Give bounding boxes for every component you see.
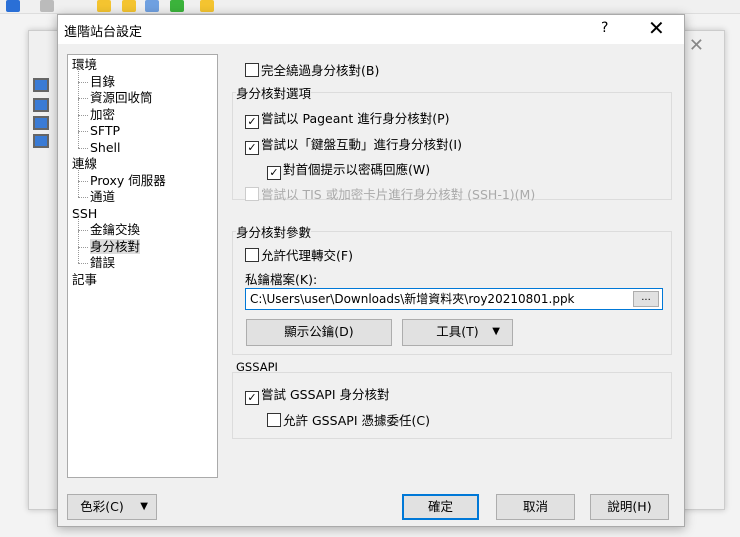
first-prompt-password-checkbox[interactable]: ✓ 對首個提示以密碼回應(W): [267, 159, 430, 180]
show-public-key-button[interactable]: 顯示公鑰(D): [246, 319, 392, 346]
tree-item[interactable]: Shell: [72, 131, 213, 157]
close-icon[interactable]: ✕: [689, 35, 704, 56]
private-key-file-input[interactable]: C:\Users\user\Downloads\新增資料夾\roy2021080…: [245, 288, 663, 310]
button-label: 色彩(C): [80, 499, 124, 514]
parent-folder-icon[interactable]: [97, 0, 111, 12]
settings-tree[interactable]: 環境 目錄 資源回收筒 加密 SFTP Shell 連線 Proxy 伺服器 通道 SSH 金鑰交換…: [67, 54, 218, 478]
tree-item[interactable]: Proxy 伺服器: [72, 164, 213, 190]
keyboard-interactive-checkbox[interactable]: ✓ 嘗試以「鍵盤互動」進行身分核對(I): [245, 134, 462, 155]
site-icon: [33, 98, 49, 112]
refresh-icon[interactable]: [170, 0, 184, 12]
checkbox-box[interactable]: [245, 248, 259, 262]
dropdown-arrow-icon: ▼: [492, 326, 500, 337]
checkbox-box[interactable]: ✓: [245, 141, 259, 155]
background-toolbar: [0, 0, 740, 14]
checkbox-box[interactable]: ✓: [267, 166, 281, 180]
root-folder-icon[interactable]: [122, 0, 136, 12]
tree-item[interactable]: 錯誤: [72, 247, 213, 272]
tree-item[interactable]: 通道: [72, 181, 213, 206]
tree-item-label: 錯誤: [90, 255, 116, 270]
tree-item[interactable]: SSH: [72, 206, 213, 223]
close-button[interactable]: ✕: [648, 16, 665, 40]
agent-forwarding-checkbox[interactable]: 允許代理轉交(F): [245, 245, 353, 264]
home-icon[interactable]: [145, 0, 159, 12]
help-button[interactable]: ?: [601, 20, 608, 36]
checkbox-box[interactable]: ✓: [245, 391, 259, 405]
tree-item-label: 加密: [90, 106, 116, 122]
tree-item-label: SSH: [72, 205, 98, 221]
tree-item[interactable]: 身分核對: [72, 230, 213, 256]
tis-auth-checkbox: 嘗試以 TIS 或加密卡片進行身分核對 (SSH-1)(M): [245, 184, 535, 203]
checkbox-label: 嘗試 GSSAPI 身分核對: [261, 387, 390, 402]
title-bar: 進階站台設定 ? ✕: [58, 15, 684, 44]
cancel-button[interactable]: 取消: [496, 494, 575, 520]
group-label: 身分核對參數: [236, 222, 312, 241]
color-dropdown-button[interactable]: 色彩(C) ▼: [67, 494, 157, 520]
tree-item-label: SFTP: [90, 123, 121, 138]
tree-item[interactable]: 環境: [72, 57, 213, 74]
tree-item[interactable]: 記事: [72, 272, 213, 289]
button-label: 工具(T): [436, 324, 479, 339]
checkbox-label: 嘗試以「鍵盤互動」進行身分核對(I): [261, 137, 462, 152]
tree-item[interactable]: 金鑰交換: [72, 214, 213, 239]
checkbox-box[interactable]: [267, 413, 281, 427]
advanced-site-settings-dialog: 進階站台設定 ? ✕ 環境 目錄 資源回收筒 加密 SFTP Shell 連線 Proxy 伺…: [57, 14, 685, 527]
checkbox-label: 對首個提示以密碼回應(W): [283, 162, 431, 177]
pageant-checkbox[interactable]: ✓ 嘗試以 Pageant 進行身分核對(P): [245, 108, 449, 129]
tree-item-label: Shell: [90, 139, 121, 155]
site-icon: [33, 116, 49, 130]
group-label: 身分核對選項: [236, 83, 312, 102]
browse-button[interactable]: ...: [633, 291, 659, 307]
bypass-auth-checkbox[interactable]: 完全繞過身分核對(B): [245, 60, 379, 79]
dialog-title: 進階站台設定: [64, 25, 143, 40]
folder-tree-icon[interactable]: [200, 0, 214, 12]
checkbox-box[interactable]: ✓: [245, 115, 259, 129]
checkbox-box[interactable]: [245, 63, 259, 77]
tree-item[interactable]: 連線: [72, 156, 213, 173]
tree-item-label: 記事: [72, 271, 98, 287]
gssapi-delegation-checkbox[interactable]: 允許 GSSAPI 憑據委任(C): [267, 410, 430, 429]
tree-item[interactable]: SFTP: [72, 115, 213, 140]
site-icon: [33, 78, 49, 92]
checkbox-label: 完全繞過身分核對(B): [261, 63, 380, 78]
tree-item-label: 資源回收筒: [90, 90, 153, 105]
tree-item-label: 通道: [90, 189, 116, 204]
tree-item-label: Proxy 伺服器: [90, 172, 166, 188]
checkbox-box: [245, 187, 259, 201]
keyfile-label: 私鑰檔案(K):: [245, 272, 318, 287]
site-icon: [33, 134, 49, 148]
ok-button[interactable]: 確定: [402, 494, 479, 520]
tree-item-label: 金鑰交換: [90, 222, 141, 237]
tree-item-label: 目錄: [90, 73, 116, 89]
tree-item[interactable]: 資源回收筒: [72, 82, 213, 107]
tools-dropdown-button[interactable]: 工具(T) ▼: [402, 319, 513, 346]
checkbox-label: 允許代理轉交(F): [261, 248, 353, 263]
back-icon[interactable]: [6, 0, 20, 12]
group-label: GSSAPI: [236, 360, 278, 374]
tree-item-label: 環境: [72, 57, 98, 72]
checkbox-label: 嘗試以 Pageant 進行身分核對(P): [261, 111, 450, 126]
tree-item[interactable]: 目錄: [72, 65, 213, 91]
dropdown-arrow-icon: ▼: [140, 501, 148, 512]
forward-icon[interactable]: [40, 0, 54, 12]
checkbox-label: 嘗試以 TIS 或加密卡片進行身分核對 (SSH-1)(M): [261, 187, 536, 202]
help-dialog-button[interactable]: 說明(H): [590, 494, 669, 520]
checkbox-label: 允許 GSSAPI 憑據委任(C): [283, 413, 430, 428]
tree-item[interactable]: 加密: [72, 98, 213, 124]
gssapi-auth-checkbox[interactable]: ✓ 嘗試 GSSAPI 身分核對: [245, 384, 390, 405]
tree-item-label: 連線: [72, 156, 98, 171]
tree-item-label: 身分核對: [90, 238, 141, 254]
